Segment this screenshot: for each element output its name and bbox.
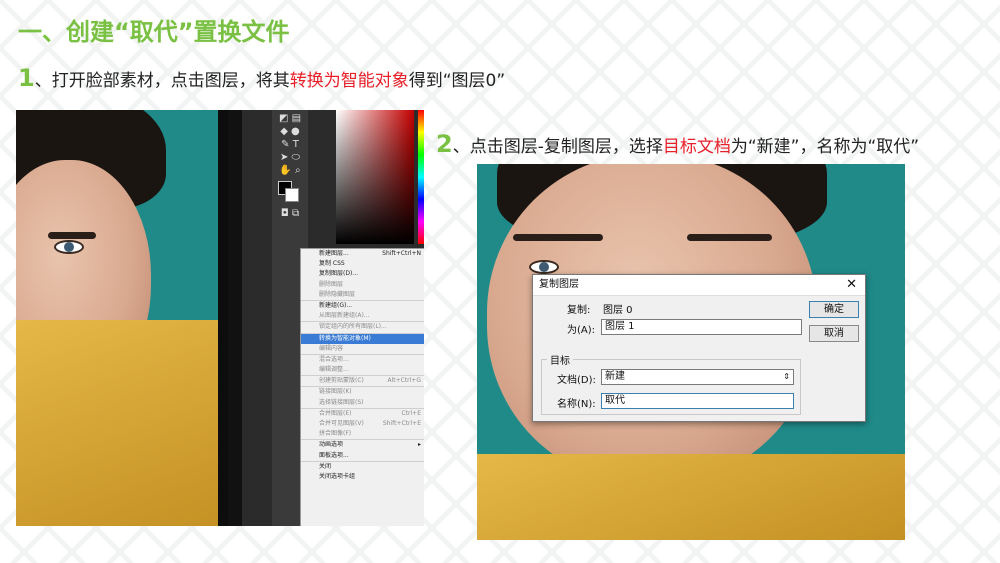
- shirt-shape: [16, 320, 228, 526]
- menu-item-label: 删除隐藏图层: [319, 290, 356, 298]
- menu-item[interactable]: 新建图层... Shift+Ctrl+N: [301, 249, 424, 259]
- path-select-tool-icon[interactable]: ➤ ⬭: [272, 151, 308, 164]
- menu-item-label: 关闭选项卡组: [319, 472, 356, 480]
- menu-item-label: 从图层新建组(A)...: [319, 312, 370, 320]
- menu-item-label: 锁定组内的所有图层(L)...: [319, 323, 387, 331]
- menu-item-shortcut: ▸: [417, 441, 421, 449]
- step-1-text: 1、打开脸部素材，点击图层，将其转换为智能对象得到“图层0”: [18, 64, 505, 92]
- quick-mask-icon[interactable]: ◘ ⧉: [272, 207, 308, 220]
- background-color-swatch[interactable]: [285, 188, 299, 202]
- ok-button[interactable]: 确定: [809, 301, 859, 318]
- menu-item[interactable]: 关闭选项卡组: [301, 472, 424, 482]
- select-arrows-icon: ⇕: [783, 372, 790, 381]
- pen-tool-icon[interactable]: ✎ T: [272, 138, 308, 151]
- photoshop-screenshot: ◩ ▤ ◆ ● ✎ T ➤ ⬭ ✋ ⌕ ◘ ⧉ 新建图层... Shift+Ctr…: [16, 110, 424, 526]
- color-swatches[interactable]: [272, 177, 308, 207]
- menu-item-label: 选择链接图层(S): [319, 398, 364, 406]
- menu-item[interactable]: 链接图层(K): [301, 386, 424, 397]
- menu-item-label: 关闭: [319, 462, 332, 470]
- step-1-highlight: 转换为智能对象: [289, 71, 409, 91]
- menu-item-label: 复制 CSS: [319, 260, 345, 268]
- step-1-text-a: 、打开脸部素材，点击图层，将其: [34, 71, 290, 91]
- canvas-edge: [218, 110, 228, 526]
- step-2-text: 2、点击图层-复制图层，选择目标文档为“新建”，名称为“取代”: [436, 130, 919, 158]
- menu-item-label: 复制图层(D)...: [319, 270, 359, 278]
- menu-item[interactable]: 拼合图像(F): [301, 429, 424, 439]
- menu-item-label: 混合选项...: [319, 355, 349, 363]
- menu-item-label: 新建图层...: [319, 250, 349, 257]
- menu-item[interactable]: 新建组(G)...: [301, 299, 424, 311]
- document-select-value: 新建: [605, 371, 625, 382]
- menu-item[interactable]: 面板选项...: [301, 451, 424, 461]
- eye-shape: [54, 240, 84, 254]
- menu-item[interactable]: 选择链接图层(S): [301, 398, 424, 408]
- eyebrow-shape: [48, 232, 96, 239]
- menu-item[interactable]: 编辑调整...: [301, 365, 424, 375]
- menu-item-label: 转换为智能对象(M): [319, 334, 371, 342]
- menu-item-shortcut: Alt+Ctrl+G: [387, 377, 421, 385]
- hand-tool-icon[interactable]: ✋ ⌕: [272, 164, 308, 177]
- name-label: 名称(N):: [557, 399, 596, 410]
- eye-shape: [529, 260, 559, 274]
- menu-item[interactable]: 合并可见图层(V) Shift+Ctrl+E: [301, 419, 424, 429]
- menu-item[interactable]: 删除图层: [301, 280, 424, 290]
- menu-item-shortcut: Shift+Ctrl+E: [382, 420, 421, 427]
- as-input[interactable]: 图层 1: [601, 319, 802, 335]
- menu-item-label: 编辑调整...: [319, 366, 349, 374]
- menu-item-shortcut: Shift+Ctrl+N: [382, 250, 421, 257]
- menu-item-label: 合并可见图层(V): [319, 420, 364, 427]
- slide-title: 一、创建“取代”置换文件: [18, 18, 290, 46]
- menu-item[interactable]: 动画选项 ▸: [301, 439, 424, 450]
- eraser-tool-icon[interactable]: ◩ ▤: [272, 112, 308, 125]
- menu-item-label: 拼合图像(F): [319, 430, 352, 438]
- dialog-title-bar: 复制图层 ✕: [533, 275, 865, 296]
- menu-item-label: 动画选项: [319, 441, 344, 449]
- copy-label: 复制:: [567, 305, 591, 316]
- menu-item[interactable]: 关闭: [301, 460, 424, 472]
- panel-divider: [228, 110, 242, 526]
- layer-menu: 新建图层... Shift+Ctrl+N 复制 CSS 复制图层(D)... 删除图层删…: [300, 248, 424, 526]
- cancel-button[interactable]: 取消: [809, 325, 859, 342]
- menu-item-label: 合并图层(E): [319, 409, 352, 417]
- menu-item[interactable]: 复制图层(D)...: [301, 269, 424, 279]
- right-eyebrow-shape: [687, 234, 772, 241]
- color-picker-field[interactable]: [336, 110, 414, 244]
- close-icon[interactable]: ✕: [846, 275, 857, 295]
- menu-item-label: 面板选项...: [319, 451, 349, 459]
- document-label: 文档(D):: [557, 375, 596, 386]
- name-input[interactable]: 取代: [601, 393, 794, 409]
- dialog-title: 复制图层: [539, 279, 579, 290]
- step-2-number: 2: [436, 130, 453, 158]
- menu-item[interactable]: 删除隐藏图层: [301, 290, 424, 300]
- step-2-text-a: 、点击图层-复制图层，选择: [452, 137, 663, 157]
- hue-slider[interactable]: [418, 110, 424, 244]
- menu-item[interactable]: 混合选项...: [301, 353, 424, 365]
- menu-item[interactable]: 锁定组内的所有图层(L)...: [301, 321, 424, 332]
- menu-item-shortcut: Ctrl+E: [401, 409, 422, 417]
- step-1-text-b: 得到“图层0”: [408, 71, 506, 91]
- left-eyebrow-shape: [513, 234, 603, 241]
- menu-item-label: 编辑内容: [319, 344, 344, 352]
- menu-item[interactable]: 转换为智能对象(M): [301, 332, 424, 344]
- menu-item[interactable]: 复制 CSS: [301, 259, 424, 269]
- as-label: 为(A):: [567, 325, 596, 336]
- document-select[interactable]: 新建 ⇕: [601, 369, 794, 385]
- target-group-label: 目标: [547, 352, 573, 367]
- step-2-text-b: 为“新建”，名称为“取代”: [730, 137, 920, 157]
- step-1-number: 1: [18, 64, 35, 92]
- menu-item-label: 删除图层: [319, 280, 344, 288]
- menu-item-label: 新建组(G)...: [319, 301, 353, 309]
- copy-value: 图层 0: [603, 305, 633, 316]
- blur-tool-icon[interactable]: ◆ ●: [272, 125, 308, 138]
- menu-item[interactable]: 编辑内容: [301, 344, 424, 354]
- duplicate-layer-dialog: 复制图层 ✕ 复制: 图层 0 为(A): 图层 1 目标 文档(D): 新建 …: [532, 274, 866, 422]
- menu-item[interactable]: 从图层新建组(A)...: [301, 311, 424, 321]
- menu-item[interactable]: 合并图层(E) Ctrl+E: [301, 407, 424, 419]
- menu-item-label: 创建剪贴蒙版(C): [319, 377, 364, 385]
- duplicate-layer-screenshot: 复制图层 ✕ 复制: 图层 0 为(A): 图层 1 目标 文档(D): 新建 …: [477, 164, 905, 540]
- menu-item-label: 链接图层(K): [319, 388, 352, 396]
- shirt-shape: [477, 454, 905, 540]
- menu-item[interactable]: 创建剪贴蒙版(C) Alt+Ctrl+G: [301, 375, 424, 386]
- step-2-highlight: 目标文档: [662, 137, 731, 157]
